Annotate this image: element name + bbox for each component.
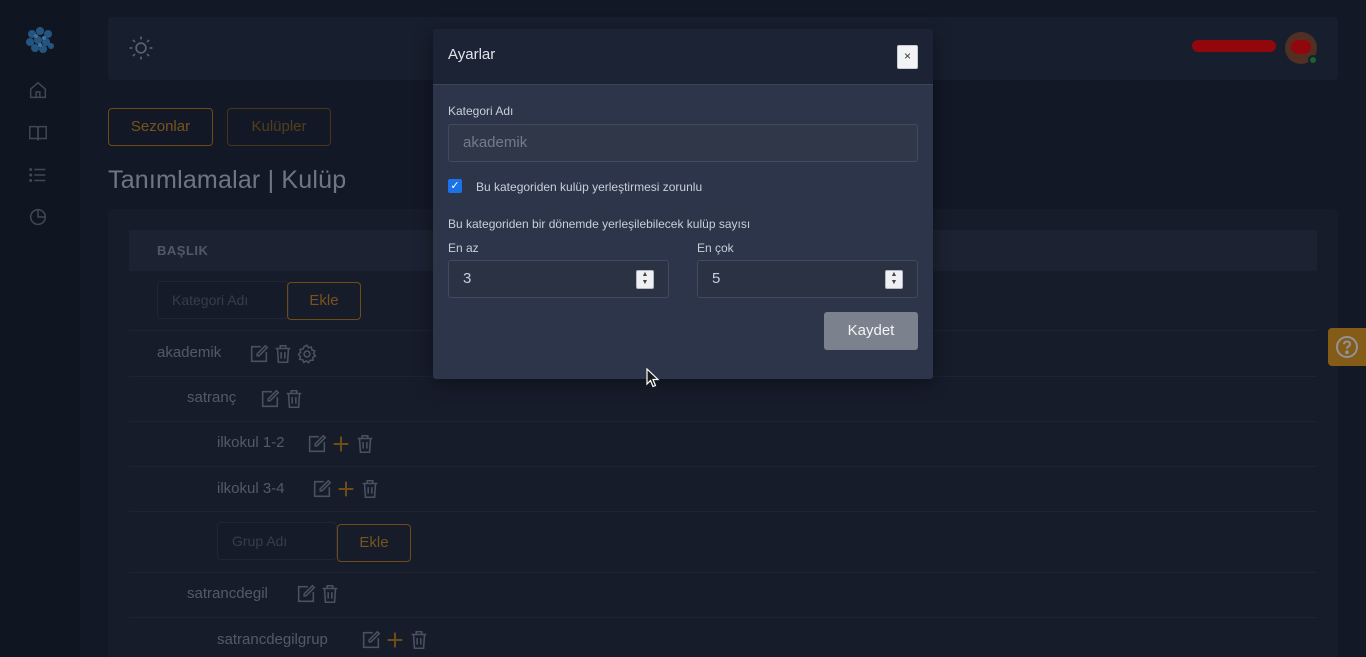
spinner-icon[interactable]: ▲ ▼: [636, 270, 654, 289]
spinner-icon[interactable]: ▲ ▼: [885, 270, 903, 289]
category-name-field[interactable]: akademik: [448, 124, 918, 162]
mouse-cursor-icon: [646, 368, 660, 388]
max-count-input[interactable]: 5 ▲ ▼: [697, 260, 918, 298]
max-value: 5: [712, 270, 721, 287]
modal-header: Ayarlar ×: [433, 29, 933, 85]
max-label: En çok: [697, 241, 734, 255]
modal-title: Ayarlar: [448, 46, 496, 63]
min-count-input[interactable]: 3 ▲ ▼: [448, 260, 669, 298]
save-button[interactable]: Kaydet: [824, 312, 918, 350]
required-checkbox[interactable]: ✓: [448, 179, 462, 193]
min-value: 3: [463, 270, 472, 287]
required-label: Bu kategoriden kulüp yerleştirmesi zorun…: [476, 180, 703, 194]
min-label: En az: [448, 241, 479, 255]
club-count-label: Bu kategoriden bir dönemde yerleşilebile…: [448, 217, 751, 231]
close-button[interactable]: ×: [897, 45, 918, 69]
settings-modal: Ayarlar × Kategori Adı akademik ✓ Bu kat…: [433, 29, 933, 379]
category-name-label: Kategori Adı: [448, 104, 514, 118]
